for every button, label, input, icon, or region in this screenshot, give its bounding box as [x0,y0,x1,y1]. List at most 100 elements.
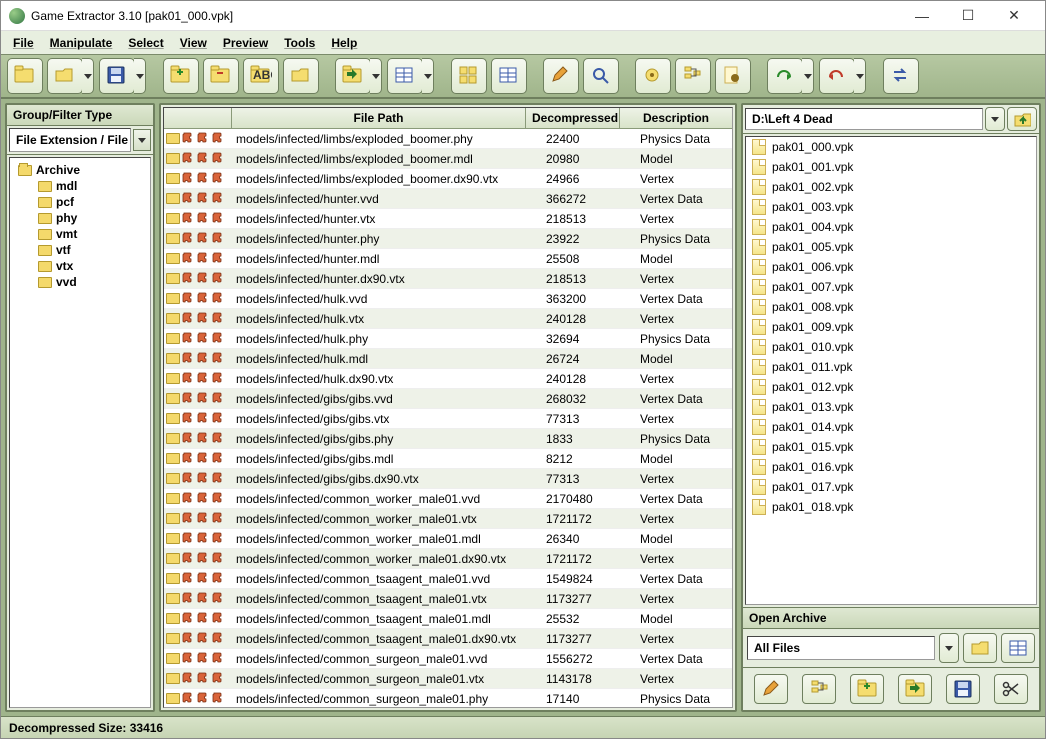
bt-save[interactable] [946,674,980,704]
tree-root[interactable]: Archive [12,162,148,178]
table-row[interactable]: models/infected/limbs/exploded_boomer.ph… [164,129,732,149]
table-row[interactable]: models/infected/hulk.mdl26724Model [164,349,732,369]
filter-combo-dropdown[interactable] [133,129,151,151]
file-filter-dropdown[interactable] [939,633,959,663]
table-row[interactable]: models/infected/gibs/gibs.mdl8212Model [164,449,732,469]
add-button[interactable] [163,58,199,94]
dir-item[interactable]: pak01_004.vpk [746,217,1036,237]
search-button[interactable] [583,58,619,94]
tree-item-vtf[interactable]: vtf [12,242,148,258]
table-row[interactable]: models/infected/common_tsaagent_male01.d… [164,629,732,649]
menu-select[interactable]: Select [122,34,169,52]
table-row[interactable]: models/infected/limbs/exploded_boomer.md… [164,149,732,169]
menu-tools[interactable]: Tools [278,34,321,52]
dir-item[interactable]: pak01_008.vpk [746,297,1036,317]
rename-button[interactable] [243,58,279,94]
tree-item-vmt[interactable]: vmt [12,226,148,242]
remove-button[interactable] [203,58,239,94]
table-row[interactable]: models/infected/gibs/gibs.phy1833Physics… [164,429,732,449]
col-decompressed[interactable]: Decompressed [526,108,620,128]
redo-button[interactable] [767,58,803,94]
open-dropdown[interactable] [82,58,94,94]
save-button[interactable] [99,58,135,94]
dir-item[interactable]: pak01_014.vpk [746,417,1036,437]
table-row[interactable]: models/infected/common_worker_male01.vvd… [164,489,732,509]
table-row[interactable]: models/infected/common_surgeon_male01.vt… [164,669,732,689]
table-row[interactable]: models/infected/hunter.phy23922Physics D… [164,229,732,249]
redo-dropdown[interactable] [802,58,814,94]
path-dropdown[interactable] [985,107,1005,131]
menu-view[interactable]: View [174,34,213,52]
dir-item[interactable]: pak01_001.vpk [746,157,1036,177]
dir-item[interactable]: pak01_007.vpk [746,277,1036,297]
dir-item[interactable]: pak01_000.vpk [746,137,1036,157]
menu-preview[interactable]: Preview [217,34,274,52]
new-button[interactable] [7,58,43,94]
menu-file[interactable]: File [7,34,40,52]
table-row[interactable]: models/infected/common_worker_male01.mdl… [164,529,732,549]
menu-manipulate[interactable]: Manipulate [44,34,119,52]
table-row[interactable]: models/infected/gibs/gibs.vvd268032Verte… [164,389,732,409]
save-dropdown[interactable] [134,58,146,94]
dir-item[interactable]: pak01_018.vpk [746,497,1036,517]
thumbnails-button[interactable] [451,58,487,94]
open-button[interactable] [47,58,83,94]
bt-pencil[interactable] [754,674,788,704]
open-archive-tab[interactable]: Open Archive [743,607,1039,629]
bt-add[interactable] [850,674,884,704]
col-description[interactable]: Description [620,108,732,128]
directory-list[interactable]: pak01_000.vpkpak01_001.vpkpak01_002.vpkp… [745,136,1037,605]
table-row[interactable]: models/infected/hunter.dx90.vtx218513Ver… [164,269,732,289]
tree-item-mdl[interactable]: mdl [12,178,148,194]
table-row[interactable]: models/infected/common_tsaagent_male01.v… [164,569,732,589]
table-row[interactable]: models/infected/common_surgeon_male01.vv… [164,649,732,669]
replace-button[interactable] [283,58,319,94]
menu-help[interactable]: Help [325,34,363,52]
tree-item-vvd[interactable]: vvd [12,274,148,290]
dir-item[interactable]: pak01_011.vpk [746,357,1036,377]
bt-cut[interactable] [994,674,1028,704]
details-button[interactable] [491,58,527,94]
settings-button[interactable] [635,58,671,94]
minimize-button[interactable]: — [899,1,945,31]
table-row[interactable]: models/infected/hulk.dx90.vtx240128Verte… [164,369,732,389]
table-row[interactable]: models/infected/common_worker_male01.dx9… [164,549,732,569]
export-button[interactable] [335,58,371,94]
tree-item-pcf[interactable]: pcf [12,194,148,210]
bt-tree[interactable] [802,674,836,704]
dir-item[interactable]: pak01_003.vpk [746,197,1036,217]
calculator-button[interactable] [1001,633,1035,663]
bt-export[interactable] [898,674,932,704]
doc-settings-button[interactable] [715,58,751,94]
col-icons[interactable] [164,108,232,128]
table-row[interactable]: models/infected/gibs/gibs.dx90.vtx77313V… [164,469,732,489]
filter-combo[interactable]: File Extension / File [9,128,131,152]
dir-item[interactable]: pak01_005.vpk [746,237,1036,257]
col-path[interactable]: File Path [232,108,526,128]
undo-dropdown[interactable] [854,58,866,94]
table-row[interactable]: models/infected/common_worker_male01.vtx… [164,509,732,529]
table-row[interactable]: models/infected/common_tsaagent_male01.m… [164,609,732,629]
dir-item[interactable]: pak01_009.vpk [746,317,1036,337]
tree-item-vtx[interactable]: vtx [12,258,148,274]
dir-item[interactable]: pak01_013.vpk [746,397,1036,417]
dir-item[interactable]: pak01_010.vpk [746,337,1036,357]
tree-item-phy[interactable]: phy [12,210,148,226]
tree-button[interactable] [675,58,711,94]
table-row[interactable]: models/infected/hulk.vtx240128Vertex [164,309,732,329]
table-row[interactable]: models/infected/hunter.vtx218513Vertex [164,209,732,229]
table-row[interactable]: models/infected/hunter.vvd366272Vertex D… [164,189,732,209]
table-row[interactable]: models/infected/common_surgeon_male01.ph… [164,689,732,707]
table-view-dropdown[interactable] [422,58,434,94]
close-button[interactable]: ✕ [991,1,1037,31]
table-row[interactable]: models/infected/hunter.mdl25508Model [164,249,732,269]
folder-up-button[interactable] [1007,107,1037,131]
undo-button[interactable] [819,58,855,94]
dir-item[interactable]: pak01_002.vpk [746,177,1036,197]
maximize-button[interactable]: ☐ [945,1,991,31]
extension-tree[interactable]: Archive mdlpcfphyvmtvtfvtxvvd [9,157,151,708]
table-body[interactable]: models/infected/limbs/exploded_boomer.ph… [164,129,732,707]
file-filter-select[interactable]: All Files [747,636,935,660]
table-row[interactable]: models/infected/gibs/gibs.vtx77313Vertex [164,409,732,429]
dir-item[interactable]: pak01_016.vpk [746,457,1036,477]
